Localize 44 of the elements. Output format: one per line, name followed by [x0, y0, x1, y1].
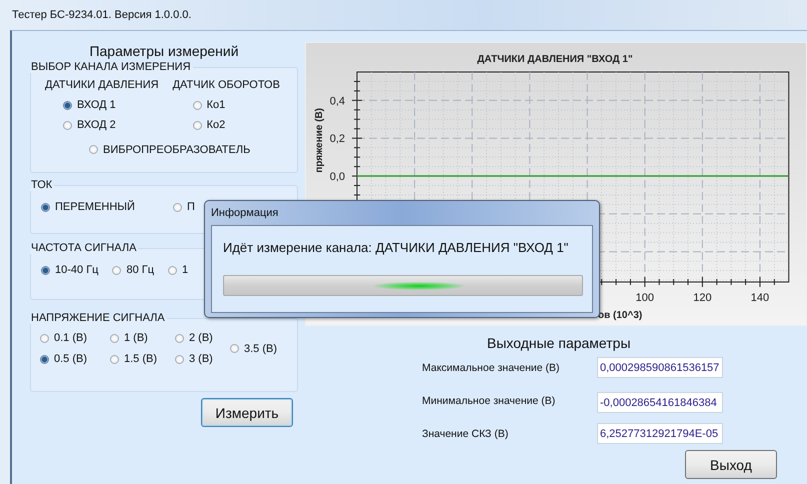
tick-label: 0,4: [330, 95, 345, 108]
tick-label: 0,0: [330, 171, 345, 184]
field-label: Минимальное значение (В): [422, 394, 556, 406]
radio-button[interactable]: 3.5 (В): [230, 342, 291, 354]
tick-label: 140: [750, 292, 770, 304]
group-title: ВЫБОР КАНАЛА ИЗМЕРЕНИЯ: [30, 61, 192, 73]
section-heading: Выходные параметры: [487, 335, 632, 351]
exit-button[interactable]: Выход: [685, 450, 777, 479]
radio-button[interactable]: 1 (В): [110, 332, 175, 344]
output-field[interactable]: 6,25277312921794E-05: [597, 423, 723, 444]
radio-button[interactable]: Ко1: [192, 99, 280, 111]
dialog-message: Идёт измерение канала: ДАТЧИКИ ДАВЛЕНИЯ "ВХОД 1": [223, 240, 568, 256]
group-title: НАПРЯЖЕНИЕ СИГНАЛА: [30, 312, 166, 324]
chart-title: ДАТЧИКИ ДАВЛЕНИЯ "ВХОД 1": [477, 54, 633, 65]
radio-button[interactable]: 3 (В): [175, 353, 230, 365]
measure-button[interactable]: Измерить: [201, 398, 293, 427]
output-field[interactable]: 0,000298590861536157: [597, 357, 723, 378]
group-title: ЧАСТОТА СИГНАЛА: [30, 242, 138, 254]
axis-title: пряжение (В): [314, 108, 325, 173]
section-heading: Параметры измерений: [88, 43, 240, 59]
radio-button[interactable]: 10-40 Гц: [41, 264, 98, 276]
column-heading: ДАТЧИКИ ДАВЛЕНИЯ: [45, 79, 159, 91]
tick-label: 100: [636, 292, 654, 304]
radio-button[interactable]: 0.1 (В): [40, 332, 110, 344]
group-title: ТОК: [30, 179, 54, 191]
radio-button[interactable]: 1.5 (В): [110, 353, 175, 365]
tick-label: 120: [693, 292, 712, 304]
dialog-title: Информация: [211, 207, 278, 219]
radio-button[interactable]: ВХОД 2: [63, 119, 159, 131]
column-heading: ДАТЧИК ОБОРОТОВ: [172, 79, 280, 91]
radio-button[interactable]: ПЕРЕМЕННЫЙ: [41, 201, 135, 213]
radio-button[interactable]: 2 (В): [175, 332, 230, 344]
field-label: Значение СКЗ (В): [422, 428, 510, 440]
radio-button[interactable]: П: [172, 201, 195, 213]
radio-button[interactable]: ВХОД 1: [63, 99, 159, 111]
output-field[interactable]: -0,00028654161846384: [597, 392, 723, 413]
radio-button[interactable]: Ко2: [192, 119, 280, 131]
tick-label: 0,2: [330, 133, 345, 146]
radio-button[interactable]: ВИБРОПРЕОБРАЗОВАТЕЛЬ: [89, 144, 250, 156]
field-label: Максимальное значение (В): [422, 362, 561, 374]
radio-button[interactable]: 80 Гц: [112, 264, 154, 276]
window-title: Тестер БС-9234.01. Версия 1.0.0.0.: [12, 9, 192, 21]
radio-button[interactable]: 0.5 (В): [40, 353, 110, 365]
radio-button[interactable]: 1: [168, 264, 188, 276]
